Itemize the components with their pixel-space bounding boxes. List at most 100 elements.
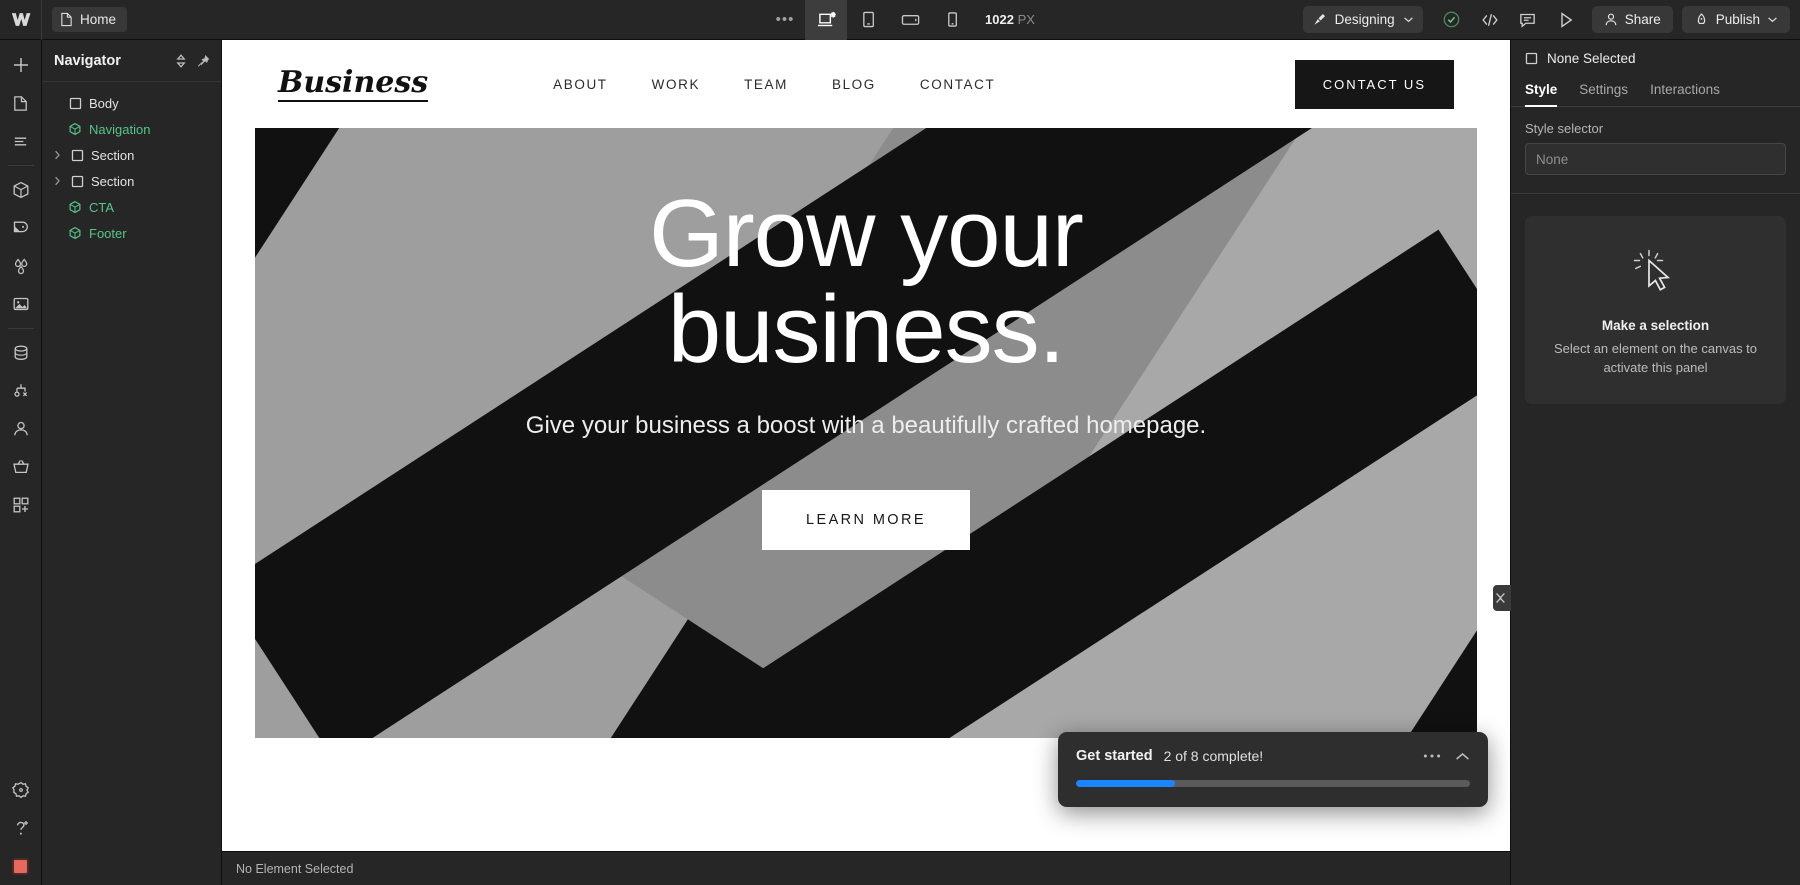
navigator-panel: Navigator › Body [42,40,222,885]
rail-variables[interactable] [0,247,42,285]
rail-help[interactable] [0,809,42,847]
preview-button[interactable] [1549,3,1583,37]
top-toolbar: Home ••• 1022 PX Designing Share Publish [0,0,1800,40]
left-toolbar [0,40,42,885]
element-square-icon [69,97,82,110]
code-editor-button[interactable] [1473,3,1507,37]
panel-collapse-handle[interactable] [1493,585,1511,611]
user-icon [13,421,28,436]
rail-style-manager[interactable] [0,209,42,247]
database-icon [14,345,27,360]
rail-ecommerce[interactable] [0,448,42,486]
canvas-width-unit: PX [1017,12,1035,27]
nav-link-about[interactable]: ABOUT [553,77,608,92]
ellipsis-icon[interactable] [1423,753,1441,759]
mode-selector[interactable]: Designing [1302,6,1423,33]
get-started-toast[interactable]: Get started 2 of 8 complete! [1058,732,1488,807]
nav-item-section-2[interactable]: Section [42,168,221,194]
nav-link-blog[interactable]: BLOG [832,77,876,92]
nav-item-cta[interactable]: CTA [42,194,221,220]
navigator-title: Navigator [54,52,121,69]
nav-item-section-1[interactable]: Section [42,142,221,168]
save-status-button[interactable] [1435,3,1469,37]
topbar-right: Designing Share Publish [1302,3,1800,37]
rail-video-tutorial[interactable] [0,847,42,885]
hero-section[interactable]: Grow your business. Give your business a… [255,128,1477,738]
chevron-right-icon[interactable] [54,176,64,186]
nav-item-label: Navigation [89,121,151,137]
style-selector-label: Style selector [1525,121,1604,136]
breakpoint-tablet[interactable] [847,0,889,40]
toast-progress-track [1076,780,1470,787]
page-icon [61,12,72,27]
rail-navigator[interactable] [0,122,42,160]
hero-heading-line-2: business. [667,276,1066,383]
canvas-more-button[interactable]: ••• [765,0,805,40]
pin-icon[interactable] [196,53,211,69]
comments-button[interactable] [1511,3,1545,37]
panel-divider [1511,193,1800,194]
paintbrush-icon [1314,13,1325,25]
tab-settings[interactable]: Settings [1579,76,1628,106]
breakpoint-desktop[interactable] [805,0,848,40]
chevron-down-icon [1768,17,1777,23]
chevron-right-icon[interactable] [54,150,64,160]
nav-link-work[interactable]: WORK [652,77,700,92]
chevron-up-icon[interactable] [1455,752,1470,761]
canvas-viewport[interactable]: Business ABOUT WORK TEAM BLOG CONTACT CO… [222,40,1510,851]
navigator-header-actions [174,53,211,69]
apps-grid-icon [13,497,28,513]
share-button[interactable]: Share [1591,6,1673,33]
toast-progress-fill [1076,780,1175,787]
mobile-landscape-icon [901,15,919,25]
nav-link-team[interactable]: TEAM [744,77,788,92]
canvas-area: Business ABOUT WORK TEAM BLOG CONTACT CO… [222,40,1510,885]
component-cube-icon [68,122,82,136]
rail-add-elements[interactable] [0,46,42,84]
hero-learn-more-button[interactable]: LEARN MORE [762,490,970,550]
tab-style[interactable]: Style [1525,76,1558,107]
nav-item-footer[interactable]: Footer [42,220,221,246]
style-selector-input[interactable]: None [1525,143,1786,175]
question-plus-icon [16,821,28,835]
canvas-width-indicator[interactable]: 1022 PX [985,12,1035,27]
nav-item-body[interactable]: › Body [42,90,221,116]
hero-heading-line-1: Grow your [649,180,1084,287]
breakpoint-mobile-landscape[interactable] [889,0,931,40]
rail-users[interactable] [0,410,42,448]
main-area: Navigator › Body [0,40,1800,885]
hero-subheading: Give your business a boost with a beauti… [525,412,1207,439]
page-tab-home[interactable]: Home [52,7,128,32]
page-tab-label: Home [80,12,117,27]
plus-icon [13,58,28,72]
cursor-sparkle-icon [1633,249,1670,291]
rail-cms[interactable] [0,334,42,372]
rail-components[interactable] [0,171,42,209]
rail-settings[interactable] [0,771,42,809]
navbar-cta-button[interactable]: CONTACT US [1294,59,1454,109]
rail-pages[interactable] [0,84,42,122]
sort-icon[interactable] [174,53,188,69]
navigator-header: Navigator [42,40,221,82]
red-square-icon [12,857,29,875]
code-icon [1481,13,1498,26]
tab-interactions[interactable]: Interactions [1650,76,1720,106]
webflow-logo[interactable] [0,0,42,40]
rail-logic[interactable] [0,372,42,410]
rail-apps[interactable] [0,486,42,524]
site-navbar[interactable]: Business ABOUT WORK TEAM BLOG CONTACT CO… [222,40,1510,128]
nav-link-contact[interactable]: CONTACT [920,77,995,92]
publish-button[interactable]: Publish [1681,6,1790,33]
mobile-portrait-icon [947,12,957,27]
breakpoint-mobile-portrait[interactable] [931,0,973,40]
style-panel-tabs: Style Settings Interactions [1511,76,1800,107]
logic-node-icon [13,384,27,397]
rail-assets[interactable] [0,285,42,323]
element-square-icon [71,149,84,162]
play-icon [1560,11,1573,28]
check-circle-icon [1443,11,1460,28]
nav-item-navigation[interactable]: Navigation [42,116,221,142]
style-selector-value: None [1536,151,1569,167]
site-brand: Business [278,65,429,103]
selection-label: None Selected [1547,50,1636,66]
